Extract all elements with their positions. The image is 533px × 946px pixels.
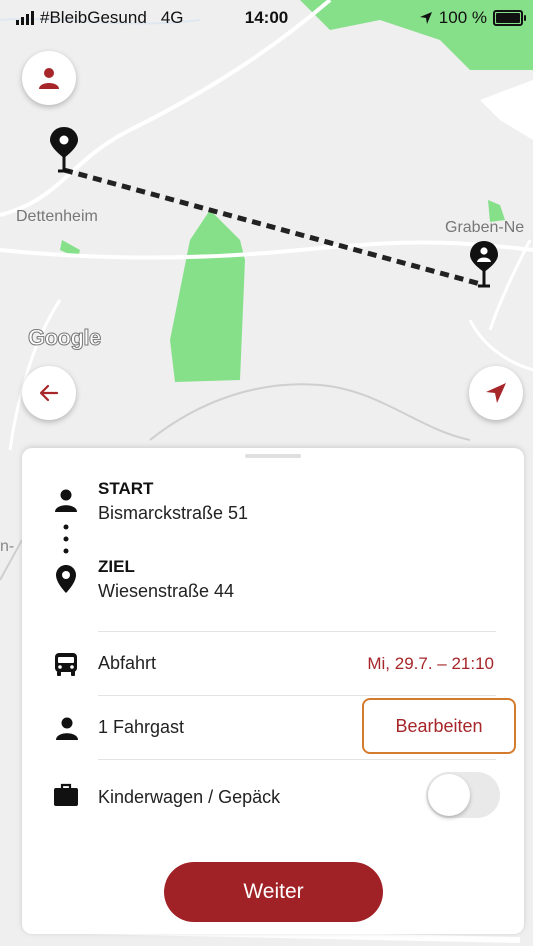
navigation-arrow-icon: [486, 383, 506, 403]
locate-button[interactable]: [469, 366, 523, 420]
luggage-toggle[interactable]: [426, 772, 500, 818]
google-attribution: Google: [28, 325, 102, 351]
map-town-label: Graben-Ne: [445, 219, 525, 236]
passenger-count: 1 Fahrgast: [98, 717, 185, 737]
sheet-drag-handle[interactable]: [245, 454, 301, 458]
person-pin-icon: [470, 241, 498, 288]
person-icon: [39, 68, 59, 89]
battery-icon: [493, 10, 526, 26]
map-forest: [170, 210, 245, 382]
edit-passengers-button[interactable]: Bearbeiten: [362, 698, 516, 754]
briefcase-icon: [54, 783, 78, 806]
location-pin-icon: [50, 127, 78, 173]
back-button[interactable]: [22, 366, 76, 420]
map-building: [480, 80, 533, 140]
start-title: START: [98, 479, 154, 498]
next-button[interactable]: Weiter: [164, 862, 383, 922]
route-line: [63, 167, 485, 288]
profile-button[interactable]: [22, 51, 76, 105]
route-dots-icon: [63, 524, 69, 554]
person-icon: [55, 489, 77, 512]
map-edge-label: n-: [0, 538, 15, 555]
destination-title: ZIEL: [98, 557, 135, 576]
location-services-icon: [419, 12, 432, 24]
departure-time[interactable]: Mi, 29.7. – 21:10: [367, 654, 494, 674]
booking-sheet: START Bismarckstraße 51 ZIEL Wiesenstraß…: [22, 448, 524, 934]
battery-percent: 100 %: [438, 8, 487, 27]
toggle-knob: [428, 774, 470, 816]
luggage-label: Kinderwagen / Gepäck: [98, 787, 281, 807]
map-town-label: Dettenheim: [16, 208, 98, 225]
divider: [98, 631, 496, 632]
status-bar: #BleibGesund 4G 14:00 100 %: [0, 0, 533, 36]
divider: [98, 759, 496, 760]
location-pin-icon: [56, 565, 76, 593]
destination-address[interactable]: Wiesenstraße 44: [98, 581, 234, 602]
departure-label: Abfahrt: [98, 653, 157, 673]
divider: [98, 695, 496, 696]
start-address[interactable]: Bismarckstraße 51: [98, 503, 248, 524]
person-icon: [56, 717, 78, 740]
bus-icon: [55, 653, 77, 676]
arrow-left-icon: [39, 384, 59, 402]
